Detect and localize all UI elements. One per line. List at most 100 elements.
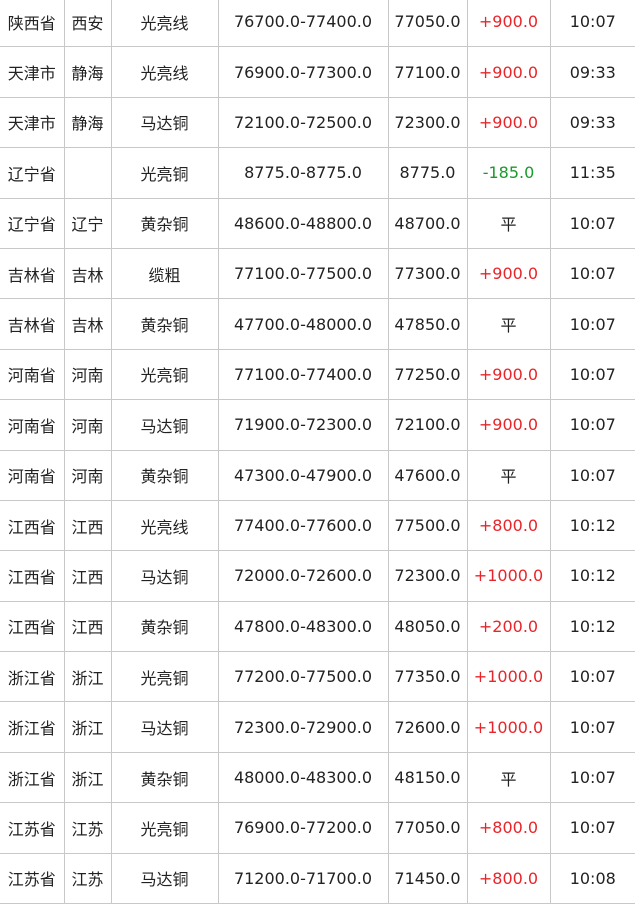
city-cell: 江苏 <box>63 852 112 905</box>
update-time-cell: 10:07 <box>549 399 635 451</box>
price-range-cell: 47700.0-48000.0 <box>217 298 389 350</box>
price-change-cell: +200.0 <box>466 600 551 653</box>
price-range-cell: 72100.0-72500.0 <box>217 96 389 149</box>
update-time-cell: 10:07 <box>549 701 635 753</box>
province-cell: 陕西省 <box>0 0 65 48</box>
price-change-cell: +900.0 <box>466 247 551 300</box>
city-cell: 静海 <box>63 46 112 98</box>
material-type-cell: 光亮铜 <box>110 651 219 703</box>
table-row: 江苏省 江苏 马达铜 71200.0-71700.0 71450.0 +800.0 10:0… <box>0 852 635 905</box>
price-change-cell: +800.0 <box>466 499 551 552</box>
city-cell: 河南 <box>63 449 112 501</box>
city-cell: 西安 <box>63 0 112 48</box>
province-cell: 浙江省 <box>0 651 65 703</box>
city-cell: 河南 <box>63 399 112 451</box>
material-type-cell: 黄杂铜 <box>110 298 219 350</box>
table-row: 陕西省 西安 光亮线 76700.0-77400.0 77050.0 +900.0 10:0… <box>0 0 635 48</box>
province-cell: 辽宁省 <box>0 147 65 199</box>
update-time-cell: 10:12 <box>549 499 635 552</box>
province-cell: 河南省 <box>0 399 65 451</box>
city-cell: 吉林 <box>63 298 112 350</box>
province-cell: 吉林省 <box>0 298 65 350</box>
city-cell: 江苏 <box>63 802 112 854</box>
update-time-cell: 10:07 <box>549 802 635 854</box>
update-time-cell: 10:07 <box>549 651 635 703</box>
city-cell: 辽宁 <box>63 197 112 249</box>
price-change-cell: 平 <box>466 449 551 501</box>
material-type-cell: 马达铜 <box>110 701 219 753</box>
province-cell: 浙江省 <box>0 701 65 753</box>
average-price-cell: 72100.0 <box>387 399 468 451</box>
average-price-cell: 77050.0 <box>387 802 468 854</box>
material-type-cell: 马达铜 <box>110 96 219 149</box>
province-cell: 天津市 <box>0 96 65 149</box>
average-price-cell: 71450.0 <box>387 852 468 905</box>
city-cell <box>63 147 112 199</box>
material-type-cell: 光亮线 <box>110 0 219 48</box>
update-time-cell: 09:33 <box>549 46 635 98</box>
price-change-cell: +1000.0 <box>466 550 551 602</box>
city-cell: 吉林 <box>63 247 112 300</box>
average-price-cell: 77300.0 <box>387 247 468 300</box>
average-price-cell: 47600.0 <box>387 449 468 501</box>
material-type-cell: 黄杂铜 <box>110 197 219 249</box>
update-time-cell: 10:07 <box>549 751 635 804</box>
table-row: 浙江省 浙江 光亮铜 77200.0-77500.0 77350.0 +1000.0 10:… <box>0 651 635 703</box>
average-price-cell: 72300.0 <box>387 550 468 602</box>
price-change-cell: 平 <box>466 197 551 249</box>
table-row: 辽宁省 辽宁 黄杂铜 48600.0-48800.0 48700.0 平 10:07 <box>0 197 635 249</box>
update-time-cell: 11:35 <box>549 147 635 199</box>
price-change-cell: -185.0 <box>466 147 551 199</box>
city-cell: 浙江 <box>63 701 112 753</box>
material-type-cell: 光亮铜 <box>110 348 219 401</box>
price-change-cell: +900.0 <box>466 348 551 401</box>
table-body: 陕西省 西安 光亮线 76700.0-77400.0 77050.0 +900.0 10:0… <box>0 0 635 905</box>
table-row: 江西省 江西 马达铜 72000.0-72600.0 72300.0 +1000.0 10:… <box>0 550 635 602</box>
average-price-cell: 48150.0 <box>387 751 468 804</box>
update-time-cell: 10:08 <box>549 852 635 905</box>
update-time-cell: 10:07 <box>549 348 635 401</box>
price-change-cell: +800.0 <box>466 802 551 854</box>
price-change-cell: +1000.0 <box>466 651 551 703</box>
table-row: 河南省 河南 马达铜 71900.0-72300.0 72100.0 +900.0 10:0… <box>0 399 635 451</box>
material-type-cell: 光亮线 <box>110 499 219 552</box>
price-range-cell: 71900.0-72300.0 <box>217 399 389 451</box>
table-row: 河南省 河南 黄杂铜 47300.0-47900.0 47600.0 平 10:07 <box>0 449 635 501</box>
price-range-cell: 48000.0-48300.0 <box>217 751 389 804</box>
material-type-cell: 光亮铜 <box>110 147 219 199</box>
province-cell: 江西省 <box>0 499 65 552</box>
province-cell: 浙江省 <box>0 751 65 804</box>
price-change-cell: 平 <box>466 751 551 804</box>
table-row: 吉林省 吉林 黄杂铜 47700.0-48000.0 47850.0 平 10:07 <box>0 298 635 350</box>
table-row: 辽宁省 光亮铜 8775.0-8775.0 8775.0 -185.0 11:35 <box>0 147 635 199</box>
price-change-cell: +900.0 <box>466 46 551 98</box>
update-time-cell: 10:12 <box>549 600 635 653</box>
price-range-cell: 77100.0-77400.0 <box>217 348 389 401</box>
table-row: 天津市 静海 光亮线 76900.0-77300.0 77100.0 +900.0 09:3… <box>0 46 635 98</box>
price-change-cell: +900.0 <box>466 0 551 48</box>
city-cell: 浙江 <box>63 651 112 703</box>
update-time-cell: 10:07 <box>549 449 635 501</box>
price-range-cell: 77100.0-77500.0 <box>217 247 389 300</box>
price-range-cell: 71200.0-71700.0 <box>217 852 389 905</box>
update-time-cell: 10:12 <box>549 550 635 602</box>
price-range-cell: 72000.0-72600.0 <box>217 550 389 602</box>
city-cell: 江西 <box>63 550 112 602</box>
city-cell: 江西 <box>63 600 112 653</box>
material-type-cell: 光亮铜 <box>110 802 219 854</box>
city-cell: 静海 <box>63 96 112 149</box>
price-change-cell: 平 <box>466 298 551 350</box>
update-time-cell: 10:07 <box>549 197 635 249</box>
price-range-cell: 47800.0-48300.0 <box>217 600 389 653</box>
price-range-cell: 47300.0-47900.0 <box>217 449 389 501</box>
average-price-cell: 48700.0 <box>387 197 468 249</box>
table-row: 江苏省 江苏 光亮铜 76900.0-77200.0 77050.0 +800.0 10:0… <box>0 802 635 854</box>
average-price-cell: 72300.0 <box>387 96 468 149</box>
average-price-cell: 77500.0 <box>387 499 468 552</box>
material-type-cell: 黄杂铜 <box>110 600 219 653</box>
table-row: 江西省 江西 光亮线 77400.0-77600.0 77500.0 +800.0 10:1… <box>0 499 635 552</box>
province-cell: 江西省 <box>0 550 65 602</box>
province-cell: 江苏省 <box>0 852 65 905</box>
table-row: 浙江省 浙江 黄杂铜 48000.0-48300.0 48150.0 平 10:07 <box>0 751 635 804</box>
table-row: 吉林省 吉林 缆粗 77100.0-77500.0 77300.0 +900.0 10:07 <box>0 247 635 300</box>
